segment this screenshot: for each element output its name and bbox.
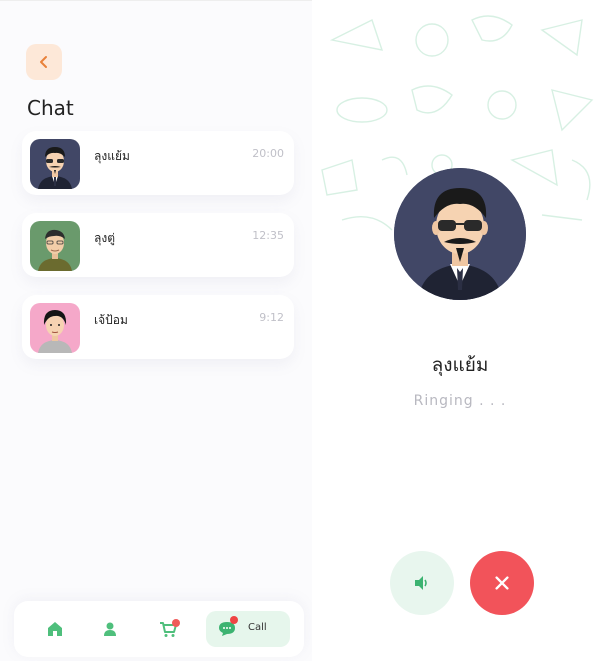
chat-item[interactable]: ลุงแย้ม 20:00	[22, 131, 294, 195]
chat-list: ลุงแย้ม 20:00 ลุงตู่ 12:35 เจ้ป้อม 9:12	[22, 131, 294, 377]
chat-time: 12:35	[252, 229, 284, 242]
chat-name: เจ้ป้อม	[94, 313, 128, 327]
cart-badge	[172, 619, 180, 627]
chat-name: ลุงแย้ม	[94, 149, 130, 163]
chat-list-panel: Chat ลุงแย้ม 20:00 ลุงตู่ 12:35 เจ้ป้อม …	[0, 0, 312, 661]
speaker-icon	[415, 576, 427, 590]
chat-item[interactable]: เจ้ป้อม 9:12	[22, 295, 294, 359]
caller-avatar	[394, 168, 526, 300]
chat-time: 20:00	[252, 147, 284, 160]
page-title: Chat	[27, 96, 74, 120]
home-icon[interactable]	[46, 620, 64, 638]
hangup-button[interactable]	[470, 551, 534, 615]
call-status: Ringing . . .	[413, 393, 507, 409]
caller-name: ลุงแย้ม	[431, 354, 489, 376]
user-icon[interactable]	[101, 620, 119, 638]
bottom-nav: Call	[14, 601, 304, 657]
call-badge	[230, 616, 238, 624]
chevron-left-icon	[40, 56, 47, 68]
avatar	[30, 221, 80, 271]
nav-call-label: Call	[248, 622, 267, 633]
chat-time: 9:12	[259, 311, 284, 324]
chat-name: ลุงตู่	[94, 231, 116, 245]
avatar	[30, 139, 80, 189]
nav-call-tab[interactable]: Call	[206, 611, 290, 647]
close-icon	[495, 576, 509, 590]
chat-item[interactable]: ลุงตู่ 12:35	[22, 213, 294, 277]
speaker-button[interactable]	[390, 551, 454, 615]
call-panel: ลุงแย้ม Ringing . . .	[312, 0, 608, 661]
back-button[interactable]	[26, 44, 62, 80]
avatar	[30, 303, 80, 353]
